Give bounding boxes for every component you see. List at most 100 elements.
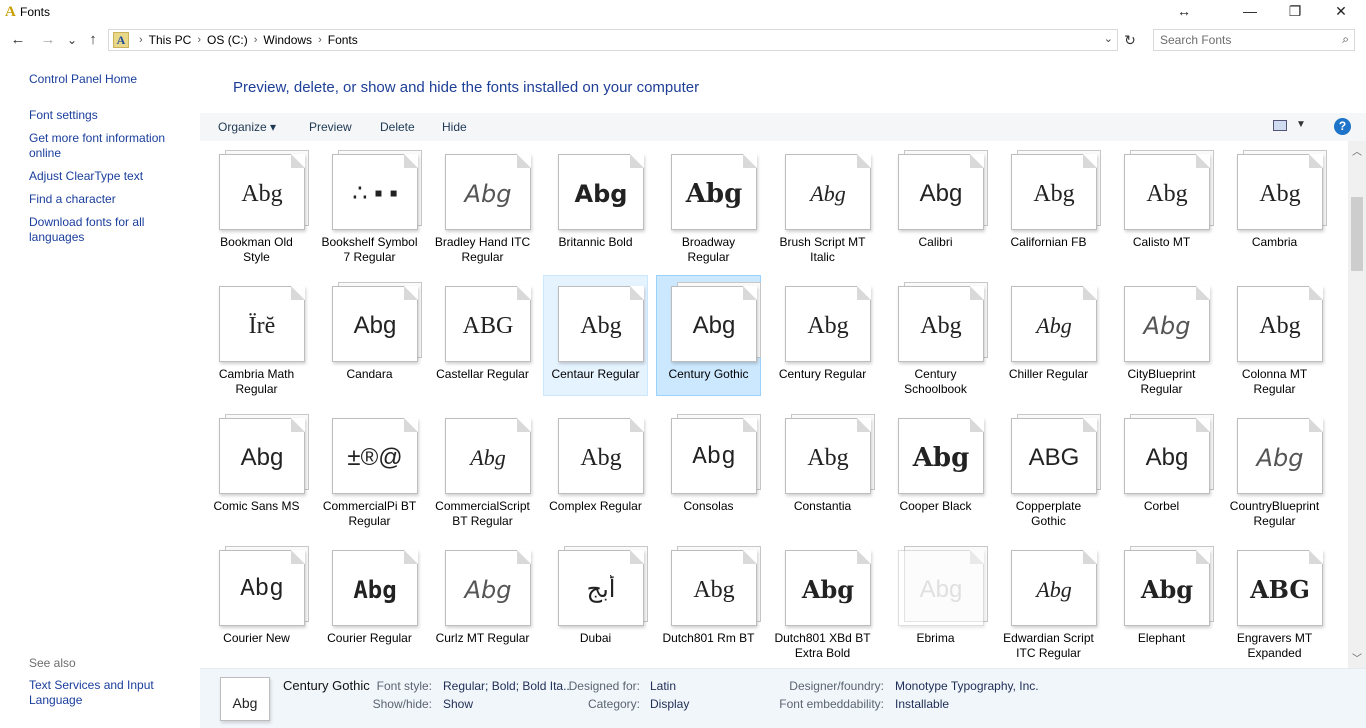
- font-item[interactable]: ABG Castellar Regular: [430, 275, 535, 396]
- help-button[interactable]: ?: [1334, 118, 1351, 135]
- download-fonts-link[interactable]: Download fonts for all languages: [29, 215, 189, 245]
- back-button[interactable]: ←: [8, 30, 28, 50]
- font-item[interactable]: Abg Courier Regular: [317, 539, 422, 660]
- minimize-button[interactable]: —: [1227, 0, 1273, 24]
- font-item-name: Californian FB: [1010, 235, 1087, 249]
- breadcrumb-separator[interactable]: ›: [197, 34, 201, 46]
- breadcrumb-separator[interactable]: ›: [139, 34, 143, 46]
- font-item-name: Century Regular: [778, 367, 867, 381]
- refresh-button[interactable]: ↻: [1120, 29, 1140, 51]
- font-file-icon: Abg: [1011, 150, 1107, 230]
- designed-for-value: Latin: [650, 679, 677, 693]
- font-item[interactable]: Abg Edwardian Script ITC Regular: [996, 539, 1101, 660]
- font-item[interactable]: ±®@ CommercialPi BT Regular: [317, 407, 422, 528]
- address-dropdown-chevron-icon[interactable]: ⌄: [1104, 32, 1113, 45]
- hide-button[interactable]: Hide: [442, 120, 467, 134]
- font-item[interactable]: Abg Consolas: [656, 407, 761, 528]
- control-panel-home-link[interactable]: Control Panel Home: [29, 72, 189, 87]
- font-item[interactable]: Abg Candara: [317, 275, 422, 396]
- font-item[interactable]: Abg Brush Script MT Italic: [770, 143, 875, 264]
- font-item[interactable]: Abg Chiller Regular: [996, 275, 1101, 396]
- font-item[interactable]: Abg Californian FB: [996, 143, 1101, 264]
- find-a-character-link[interactable]: Find a character: [29, 192, 189, 207]
- font-item[interactable]: Abg Century Gothic: [656, 275, 761, 396]
- designer-foundry-label: Designer/foundry:: [789, 679, 884, 693]
- change-view-icon[interactable]: [1273, 120, 1287, 131]
- view-options-chevron-icon[interactable]: ▼: [1296, 119, 1306, 130]
- breadcrumb-separator[interactable]: ›: [318, 34, 322, 46]
- font-file-icon: Abg: [898, 150, 994, 230]
- font-item-name: Cooper Black: [899, 499, 972, 513]
- font-item[interactable]: Abg CityBlueprint Regular: [1109, 275, 1214, 396]
- font-item[interactable]: ∴ ▪ ▪ Bookshelf Symbol 7 Regular: [317, 143, 422, 264]
- font-item[interactable]: Ïrĕ Cambria Math Regular: [204, 275, 309, 396]
- close-button[interactable]: ✕: [1318, 0, 1364, 24]
- address-bar[interactable]: A › This PC › OS (C:) › Windows › Fonts …: [108, 29, 1118, 51]
- up-button[interactable]: ↑: [83, 30, 103, 50]
- font-item[interactable]: Abg Dutch801 XBd BT Extra Bold: [770, 539, 875, 660]
- font-item[interactable]: Abg CommercialScript BT Regular: [430, 407, 535, 528]
- search-input[interactable]: [1160, 33, 1330, 47]
- font-item[interactable]: Abg Colonna MT Regular: [1222, 275, 1327, 396]
- breadcrumb: › This PC › OS (C:) › Windows › Fonts: [133, 33, 358, 47]
- font-item[interactable]: Abg Cambria: [1222, 143, 1327, 264]
- organize-button[interactable]: Organize ▾: [218, 120, 276, 134]
- font-item-name: Consolas: [683, 499, 734, 513]
- resize-icon[interactable]: ↔: [1161, 0, 1207, 24]
- font-item[interactable]: Abg Cooper Black: [883, 407, 988, 528]
- font-item[interactable]: Abg Calibri: [883, 143, 988, 264]
- font-item[interactable]: Abg Centaur Regular: [543, 275, 648, 396]
- font-file-icon: Abg: [1124, 282, 1220, 362]
- font-item[interactable]: Abg Century Regular: [770, 275, 875, 396]
- scrollbar-thumb[interactable]: [1351, 197, 1363, 271]
- font-item[interactable]: Abg Calisto MT: [1109, 143, 1214, 264]
- breadcrumb-this-pc[interactable]: This PC: [149, 33, 192, 47]
- scroll-down-arrow-icon[interactable]: ﹀: [1348, 650, 1366, 666]
- font-item-name: Ebrima: [916, 631, 955, 645]
- font-sample-preview: Abg: [240, 576, 284, 603]
- font-settings-link[interactable]: Font settings: [29, 108, 189, 123]
- font-item[interactable]: Abg Comic Sans MS: [204, 407, 309, 528]
- font-item[interactable]: Abg Britannic Bold: [543, 143, 648, 264]
- font-item[interactable]: ABG Copperplate Gothic: [996, 407, 1101, 528]
- preview-button[interactable]: Preview: [309, 120, 352, 134]
- font-item[interactable]: Abg Complex Regular: [543, 407, 648, 528]
- breadcrumb-separator[interactable]: ›: [254, 34, 258, 46]
- font-sample-preview: Abg: [1256, 444, 1304, 472]
- category-label: Category:: [587, 697, 640, 711]
- font-item[interactable]: Abg Broadway Regular: [656, 143, 761, 264]
- font-sample-preview: Abg: [912, 443, 970, 473]
- scroll-up-arrow-icon[interactable]: ︿: [1348, 143, 1366, 159]
- font-item[interactable]: Abg Curlz MT Regular: [430, 539, 535, 660]
- font-item[interactable]: Abg Corbel: [1109, 407, 1214, 528]
- font-sample-preview: Abg: [1259, 313, 1301, 339]
- forward-button[interactable]: →: [38, 30, 58, 50]
- text-services-link[interactable]: Text Services and Input Language: [29, 678, 189, 708]
- font-item[interactable]: Abg Century Schoolbook: [883, 275, 988, 396]
- adjust-cleartype-link[interactable]: Adjust ClearType text: [29, 169, 189, 184]
- font-item[interactable]: Abg Elephant: [1109, 539, 1214, 660]
- maximize-button[interactable]: ❐: [1272, 0, 1318, 24]
- search-box[interactable]: ⌕: [1153, 29, 1355, 51]
- font-item[interactable]: Abg Bookman Old Style: [204, 143, 309, 264]
- font-sample-preview: Abg: [1036, 577, 1072, 602]
- search-icon[interactable]: ⌕: [1342, 32, 1349, 47]
- font-item[interactable]: Abg Dutch801 Rm BT: [656, 539, 761, 660]
- breadcrumb-fonts[interactable]: Fonts: [328, 33, 358, 47]
- breadcrumb-os-c[interactable]: OS (C:): [207, 33, 248, 47]
- vertical-scrollbar[interactable]: ︿ ﹀: [1348, 141, 1366, 668]
- recent-locations-button[interactable]: ⌄: [62, 30, 82, 50]
- font-item[interactable]: Abg Ebrima: [883, 539, 988, 660]
- font-sample-preview: Abg: [241, 181, 283, 207]
- font-item[interactable]: ABG Engravers MT Expanded: [1222, 539, 1327, 660]
- font-sample-preview: Abg: [464, 180, 512, 208]
- font-item[interactable]: أبج Dubai: [543, 539, 648, 660]
- font-item[interactable]: Abg CountryBlueprint Regular: [1222, 407, 1327, 528]
- delete-button[interactable]: Delete: [380, 120, 415, 134]
- font-item[interactable]: Abg Courier New: [204, 539, 309, 660]
- font-item[interactable]: Abg Constantia: [770, 407, 875, 528]
- breadcrumb-windows[interactable]: Windows: [263, 33, 312, 47]
- font-sample-preview: Abg: [1140, 575, 1194, 604]
- font-item[interactable]: Abg Bradley Hand ITC Regular: [430, 143, 535, 264]
- get-more-font-info-link[interactable]: Get more font information online: [29, 131, 189, 161]
